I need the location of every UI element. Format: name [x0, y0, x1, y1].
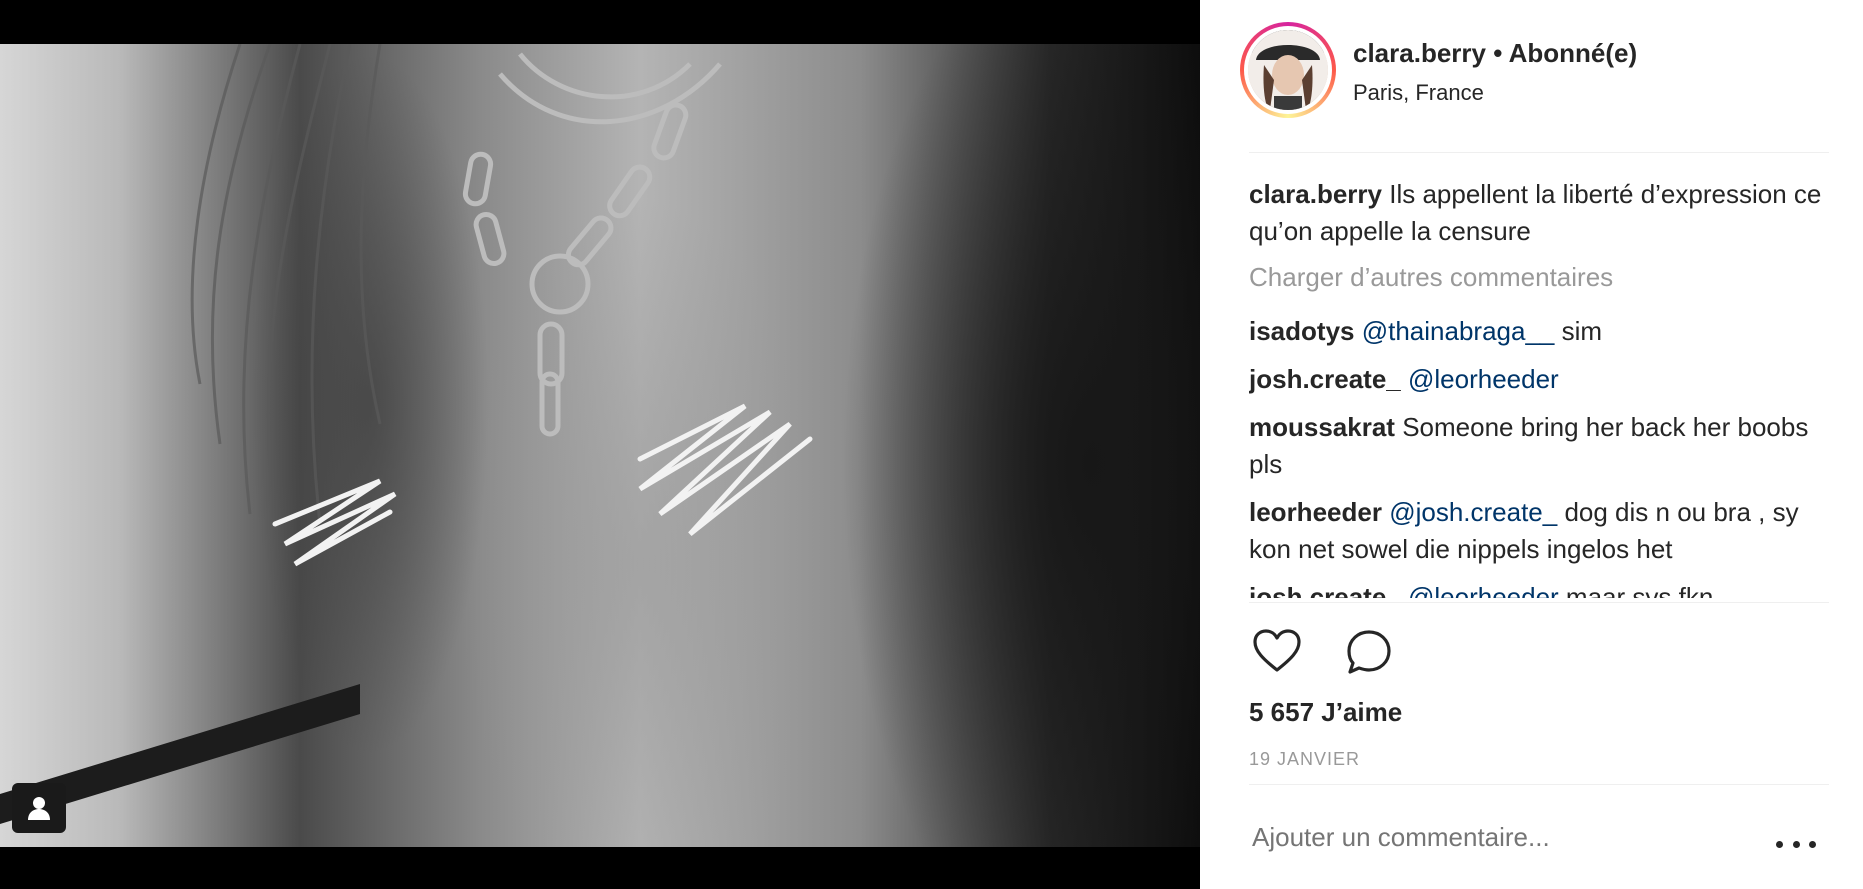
- comment-mention[interactable]: @josh.create_: [1389, 497, 1557, 527]
- comments-list: isadotys @thainabraga__ sim josh.create_…: [1249, 313, 1829, 598]
- post-date[interactable]: 19 JANVIER: [1249, 749, 1360, 770]
- avatar: [1248, 30, 1328, 110]
- more-options-icon: [1809, 840, 1816, 848]
- post-media: [0, 0, 1200, 889]
- user-tag-button[interactable]: [12, 783, 66, 833]
- comment-item: isadotys @thainabraga__ sim: [1249, 313, 1829, 350]
- comment-username[interactable]: isadotys: [1249, 316, 1355, 346]
- comment-username[interactable]: josh.create_: [1249, 582, 1401, 598]
- comment-item: josh.create_ @leorheeder maar sys fkn: [1249, 579, 1829, 598]
- photo-illustration: [0, 44, 813, 824]
- comment-input[interactable]: [1252, 822, 1732, 853]
- more-options-icon: [1792, 840, 1800, 848]
- more-options-icon: [1776, 840, 1783, 848]
- caption-username[interactable]: clara.berry: [1249, 179, 1382, 209]
- comment-username[interactable]: josh.create_: [1249, 364, 1401, 394]
- comment-mention[interactable]: @thainabraga__: [1362, 316, 1555, 346]
- comment-item: josh.create_ @leorheeder: [1249, 361, 1829, 398]
- user-tag-icon: [28, 797, 50, 820]
- comment-mention[interactable]: @leorheeder: [1408, 582, 1559, 598]
- header-separator: •: [1485, 38, 1509, 68]
- author-location[interactable]: Paris, France: [1353, 80, 1484, 106]
- comment-item: leorheeder @josh.create_ dog dis n ou br…: [1249, 494, 1829, 568]
- comment-text: sim: [1554, 316, 1603, 346]
- comment-bubble-icon[interactable]: [1343, 626, 1395, 678]
- load-more-comments-button[interactable]: Charger d’autres commentaires: [1249, 262, 1613, 293]
- likes-count[interactable]: 5 657 J’aime: [1249, 697, 1402, 728]
- profile-photo-icon: [1248, 30, 1328, 110]
- post-actions: [1251, 626, 1395, 678]
- more-options-button[interactable]: [1776, 834, 1816, 854]
- comment-username[interactable]: moussakrat: [1249, 412, 1395, 442]
- heart-icon[interactable]: [1251, 626, 1303, 678]
- comment-item: moussakrat Someone bring her back her bo…: [1249, 409, 1829, 483]
- comments-divider: [1249, 602, 1829, 603]
- avatar-inner: [1244, 26, 1332, 114]
- follow-status[interactable]: Abonné(e): [1509, 38, 1638, 68]
- author-username[interactable]: clara.berry: [1353, 38, 1486, 68]
- footer-divider: [1249, 784, 1829, 785]
- comment-text: maar sys fkn: [1558, 582, 1714, 598]
- author-avatar-ring[interactable]: [1240, 22, 1336, 118]
- comment-mention[interactable]: @leorheeder: [1408, 364, 1559, 394]
- post-caption: clara.berry Ils appellent la liberté d’e…: [1249, 176, 1829, 250]
- comment-username[interactable]: leorheeder: [1249, 497, 1382, 527]
- post-photo[interactable]: [0, 44, 1200, 847]
- header-divider: [1249, 152, 1829, 153]
- author-header: clara.berry • Abonné(e): [1353, 38, 1637, 69]
